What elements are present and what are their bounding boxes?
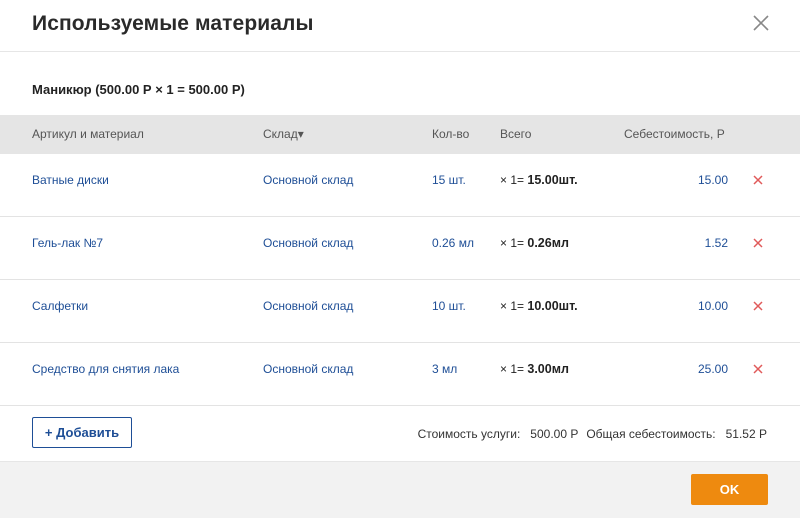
total-value: × 1= 15.00шт. bbox=[500, 173, 578, 187]
materials-dialog: Используемые материалы Маникюр (500.00 Р… bbox=[0, 0, 800, 518]
column-warehouse-label: Склад bbox=[263, 127, 298, 141]
qty-value[interactable]: 0.26 мл bbox=[432, 236, 474, 250]
service-cost-label: Стоимость услуги: bbox=[417, 427, 521, 441]
table-row: Салфетки Основной склад 10 шт. × 1= 10.0… bbox=[0, 280, 800, 343]
column-article: Артикул и материал bbox=[32, 127, 144, 141]
delete-x-icon[interactable] bbox=[752, 174, 764, 186]
multiplier: × 1= bbox=[500, 236, 525, 250]
material-link[interactable]: Средство для снятия лака bbox=[32, 362, 179, 376]
table-row: Ватные диски Основной склад 15 шт. × 1= … bbox=[0, 154, 800, 217]
qty-value[interactable]: 10 шт. bbox=[432, 299, 466, 313]
table-header: Артикул и материал Склад▾ Кол-во Всего С… bbox=[0, 115, 800, 154]
delete-x-icon[interactable] bbox=[752, 363, 764, 375]
qty-value[interactable]: 3 мл bbox=[432, 362, 457, 376]
dialog-title: Используемые материалы bbox=[32, 12, 314, 35]
table-row: Средство для снятия лака Основной склад … bbox=[0, 343, 800, 406]
table-row: Гель-лак №7 Основной склад 0.26 мл × 1= … bbox=[0, 217, 800, 280]
column-cost: Себестоимость, Р bbox=[624, 127, 725, 141]
cost-value: 10.00 bbox=[697, 299, 728, 313]
delete-x-icon[interactable] bbox=[752, 237, 764, 249]
dialog-header: Используемые материалы bbox=[0, 0, 800, 52]
cost-summary: Стоимость услуги: 500.00 Р Общая себестоим… bbox=[418, 427, 767, 441]
total-cost-label: Общая себестоимость: bbox=[586, 427, 716, 441]
dialog-actions: OK bbox=[0, 461, 800, 518]
warehouse-link[interactable]: Основной склад bbox=[263, 362, 353, 376]
cost-value: 25.00 bbox=[697, 362, 728, 376]
service-line: Маникюр (500.00 Р × 1 = 500.00 Р) bbox=[32, 82, 245, 97]
close-icon[interactable] bbox=[750, 12, 772, 34]
add-material-button[interactable]: + Добавить bbox=[32, 417, 132, 448]
total-amount: 10.00шт. bbox=[527, 299, 578, 313]
cost-value: 1.52 bbox=[704, 236, 728, 250]
total-cost-value: 51.52 Р bbox=[725, 427, 767, 441]
ok-button[interactable]: OK bbox=[691, 474, 768, 505]
total-value: × 1= 3.00мл bbox=[500, 362, 569, 376]
qty-value[interactable]: 15 шт. bbox=[432, 173, 466, 187]
table-footer: + Добавить Стоимость услуги: 500.00 Р Обща… bbox=[0, 406, 800, 461]
warehouse-link[interactable]: Основной склад bbox=[263, 299, 353, 313]
warehouse-link[interactable]: Основной склад bbox=[263, 236, 353, 250]
total-amount: 0.26мл bbox=[527, 236, 569, 250]
total-value: × 1= 0.26мл bbox=[500, 236, 569, 250]
total-value: × 1= 10.00шт. bbox=[500, 299, 578, 313]
warehouse-link[interactable]: Основной склад bbox=[263, 173, 353, 187]
material-link[interactable]: Салфетки bbox=[32, 299, 88, 313]
multiplier: × 1= bbox=[500, 362, 525, 376]
column-total: Всего bbox=[500, 127, 532, 141]
sort-down-icon: ▾ bbox=[297, 127, 304, 141]
column-warehouse[interactable]: Склад▾ bbox=[263, 127, 304, 141]
total-amount: 15.00шт. bbox=[527, 173, 578, 187]
cost-value: 15.00 bbox=[697, 173, 728, 187]
column-qty: Кол-во bbox=[432, 127, 470, 141]
service-cost-value: 500.00 Р bbox=[530, 427, 579, 441]
delete-x-icon[interactable] bbox=[752, 300, 764, 312]
material-link[interactable]: Гель-лак №7 bbox=[32, 236, 103, 250]
total-amount: 3.00мл bbox=[527, 362, 569, 376]
multiplier: × 1= bbox=[500, 299, 525, 313]
material-link[interactable]: Ватные диски bbox=[32, 173, 109, 187]
multiplier: × 1= bbox=[500, 173, 525, 187]
